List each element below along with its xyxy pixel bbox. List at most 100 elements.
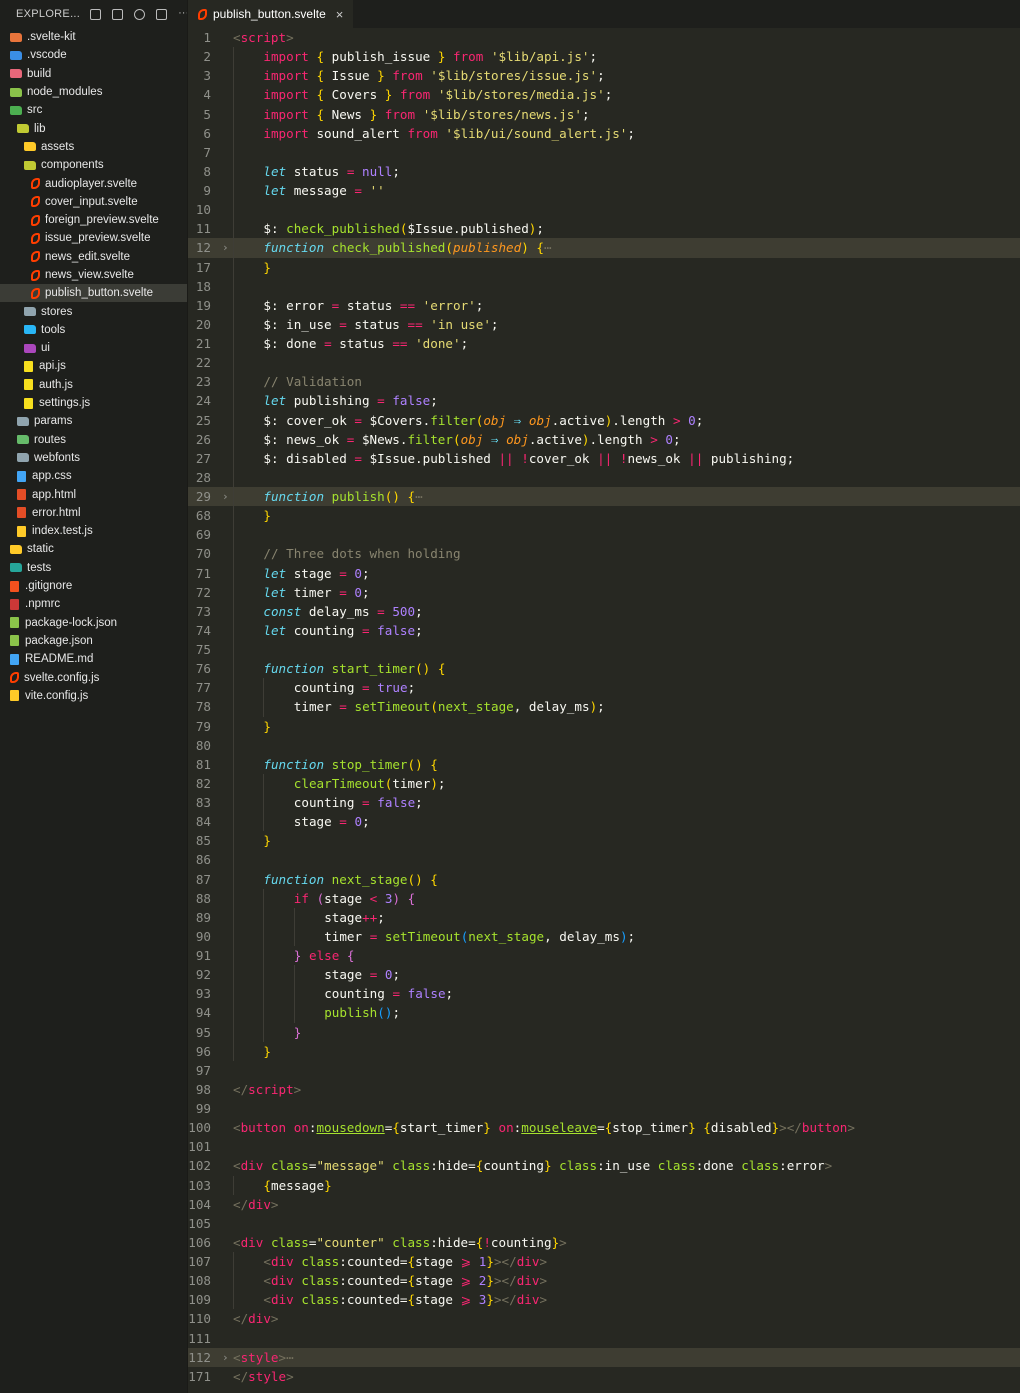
svelte-icon <box>31 196 40 208</box>
tree-item[interactable]: webfonts <box>0 449 187 467</box>
tree-item[interactable]: routes <box>0 431 187 449</box>
tree-item[interactable]: README.md <box>0 650 187 668</box>
tree-item[interactable]: ui <box>0 339 187 357</box>
code-token: $Issue.published <box>407 221 529 237</box>
code-token: style <box>240 1349 279 1365</box>
fold-chevron-icon[interactable]: › <box>222 238 229 257</box>
refresh-icon[interactable] <box>134 8 146 20</box>
tree-item[interactable]: build <box>0 65 187 83</box>
tree-item[interactable]: .svelte-kit <box>0 28 187 46</box>
code-token: > <box>286 30 294 45</box>
tree-item[interactable]: cover_input.svelte <box>0 193 187 211</box>
code-token: filter <box>430 412 476 428</box>
code-token: } <box>688 1120 696 1136</box>
code-token: '$lib/api.js' <box>490 49 590 65</box>
line-number: 19 <box>195 297 211 313</box>
line-text: stage++; <box>324 908 385 927</box>
tree-item[interactable]: src <box>0 101 187 119</box>
tree-item[interactable]: foreign_preview.svelte <box>0 211 187 229</box>
code-token: :counted= <box>339 1292 408 1308</box>
tree-item[interactable]: .gitignore <box>0 577 187 595</box>
code-token: ; <box>415 603 423 619</box>
code-token: = <box>362 680 370 696</box>
tree-item[interactable]: stores <box>0 302 187 320</box>
code-token: .length <box>612 412 673 428</box>
indent-guide <box>263 697 265 717</box>
tree-item[interactable]: publish_button.svelte <box>0 284 187 303</box>
code-token: $: news_ok <box>263 431 347 447</box>
fold-chevron-icon[interactable]: › <box>222 487 229 506</box>
tree-item[interactable]: static <box>0 540 187 558</box>
code-line: 27 $: disabled = $Issue.published || !cov… <box>188 448 1020 468</box>
tree-item[interactable]: index.test.js <box>0 522 187 540</box>
code-token: Issue <box>324 68 378 84</box>
tree-item[interactable]: vite.config.js <box>0 687 187 705</box>
line-number: 81 <box>195 756 211 772</box>
code-token: status <box>286 163 347 179</box>
new-folder-icon[interactable] <box>112 8 124 20</box>
tree-item[interactable]: lib <box>0 119 187 137</box>
tree-item[interactable]: .vscode <box>0 46 187 64</box>
code-line: 112 › <style>⋯ <box>188 1347 1020 1367</box>
close-icon[interactable]: × <box>336 7 344 22</box>
code-token: = <box>354 183 362 198</box>
tree-item[interactable]: news_view.svelte <box>0 266 187 284</box>
code-line: 87 function next_stage() { <box>188 869 1020 889</box>
code-line: 70 // Three dots when holding <box>188 544 1020 564</box>
indent-guide <box>233 1003 234 1023</box>
indent-guide <box>233 123 234 143</box>
tab-publish-button-svelte[interactable]: publish_button.svelte × <box>188 0 354 28</box>
line-number: 106 <box>188 1234 211 1250</box>
indent-guide <box>233 735 234 755</box>
code-editor[interactable]: 1 <script> 2 import { publish_issue } from … <box>188 28 1020 1386</box>
line-number: 22 <box>195 355 211 371</box>
tree-item[interactable]: assets <box>0 138 187 156</box>
tree-item[interactable]: params <box>0 412 187 430</box>
tree-item[interactable]: node_modules <box>0 83 187 101</box>
code-token: ></ <box>493 1254 517 1269</box>
code-token: on <box>293 1120 309 1136</box>
tree-item[interactable]: package-lock.json <box>0 614 187 632</box>
indent-guide <box>293 984 295 1004</box>
indent-guide <box>233 295 234 315</box>
tree-item-label: webfonts <box>34 451 81 464</box>
tree-item[interactable]: audioplayer.svelte <box>0 174 187 192</box>
fold-chevron-icon[interactable]: › <box>222 1348 229 1367</box>
tree-item[interactable]: tests <box>0 559 187 577</box>
line-text: <div class:counted={stage ⩾ 1}></div> <box>263 1252 547 1271</box>
new-file-icon[interactable] <box>90 8 102 20</box>
tree-item[interactable]: components <box>0 156 187 174</box>
tree-item[interactable]: error.html <box>0 504 187 522</box>
code-token: div <box>240 1158 264 1174</box>
indent-guide <box>233 238 234 258</box>
indent-guide <box>263 984 265 1004</box>
indent-guide <box>233 620 234 640</box>
code-token: = <box>377 603 385 619</box>
code-token: 500 <box>392 603 416 619</box>
code-line: 8 let status = null; <box>188 161 1020 181</box>
line-number: 97 <box>195 1062 211 1078</box>
tree-item[interactable]: svelte.config.js <box>0 668 187 686</box>
tree-item[interactable]: app.html <box>0 485 187 503</box>
tree-item[interactable]: package.json <box>0 632 187 650</box>
code-token: :in_use <box>597 1158 658 1174</box>
code-token: news_ok <box>627 450 689 466</box>
tree-item[interactable]: .npmrc <box>0 595 187 613</box>
tree-item[interactable]: issue_preview.svelte <box>0 229 187 247</box>
more-actions-icon[interactable]: ··· <box>178 7 187 20</box>
line-number: 75 <box>195 642 211 657</box>
code-line: 72 let timer = 0; <box>188 582 1020 602</box>
tree-item[interactable]: settings.js <box>0 394 187 412</box>
tree-item[interactable]: tools <box>0 321 187 339</box>
indent-guide <box>233 181 234 201</box>
indent-guide <box>293 907 295 927</box>
line-number: 107 <box>188 1254 211 1269</box>
tree-item[interactable]: api.js <box>0 357 187 375</box>
collapse-all-icon[interactable] <box>156 8 168 20</box>
code-token: import <box>263 106 309 122</box>
tree-item[interactable]: auth.js <box>0 376 187 394</box>
tree-item[interactable]: app.css <box>0 467 187 485</box>
tree-item[interactable]: news_edit.svelte <box>0 248 187 266</box>
